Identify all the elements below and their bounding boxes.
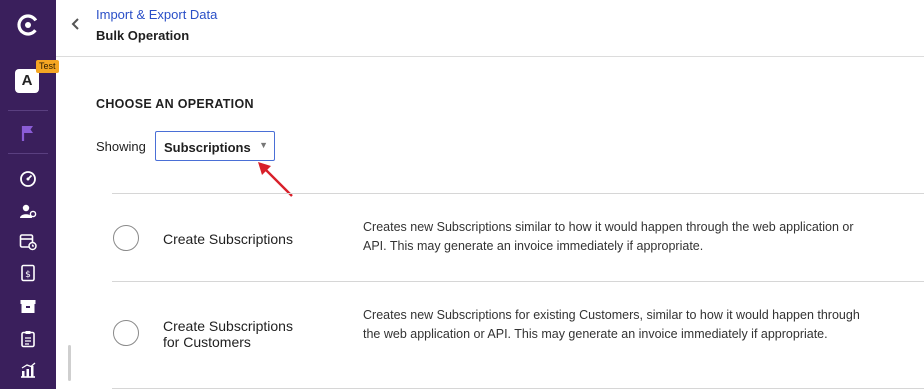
showing-label: Showing: [96, 139, 146, 154]
sidebar: A Test $: [0, 0, 59, 389]
page-title: Bulk Operation: [96, 28, 190, 43]
dashboard-icon[interactable]: [18, 168, 38, 188]
operation-filter-select[interactable]: Subscriptions ▼: [155, 131, 275, 161]
operation-description: Creates new Subscriptions for existing C…: [363, 308, 860, 341]
back-chevron-icon[interactable]: [66, 12, 86, 36]
sidebar-divider: [8, 110, 48, 111]
select-value: Subscriptions: [164, 140, 251, 155]
operation-radio[interactable]: [113, 320, 139, 346]
logo-icon[interactable]: [15, 12, 41, 38]
row-divider: [112, 281, 924, 282]
caret-down-icon: ▼: [259, 140, 268, 150]
reports-icon[interactable]: [18, 329, 38, 349]
operation-radio[interactable]: [113, 225, 139, 251]
sidebar-divider: [8, 153, 48, 154]
flag-icon[interactable]: [18, 123, 38, 143]
row-divider: [112, 193, 924, 194]
analytics-icon[interactable]: [18, 360, 38, 380]
header-divider: [56, 56, 924, 57]
avatar[interactable]: A: [15, 69, 39, 93]
operation-name: Create Subscriptions for Customers: [163, 318, 293, 350]
section-heading: CHOOSE AN OPERATION: [96, 97, 254, 111]
customers-icon[interactable]: [18, 201, 38, 221]
operation-description: Creates new Subscriptions similar to how…: [363, 220, 854, 253]
svg-text:$: $: [25, 270, 31, 280]
breadcrumb[interactable]: Import & Export Data: [96, 7, 217, 22]
products-icon[interactable]: [18, 296, 38, 316]
test-badge: Test: [36, 60, 59, 73]
subscriptions-icon[interactable]: [18, 231, 38, 251]
scrollbar[interactable]: [68, 345, 71, 381]
invoices-icon[interactable]: $: [18, 263, 38, 283]
operation-name: Create Subscriptions: [163, 231, 293, 247]
